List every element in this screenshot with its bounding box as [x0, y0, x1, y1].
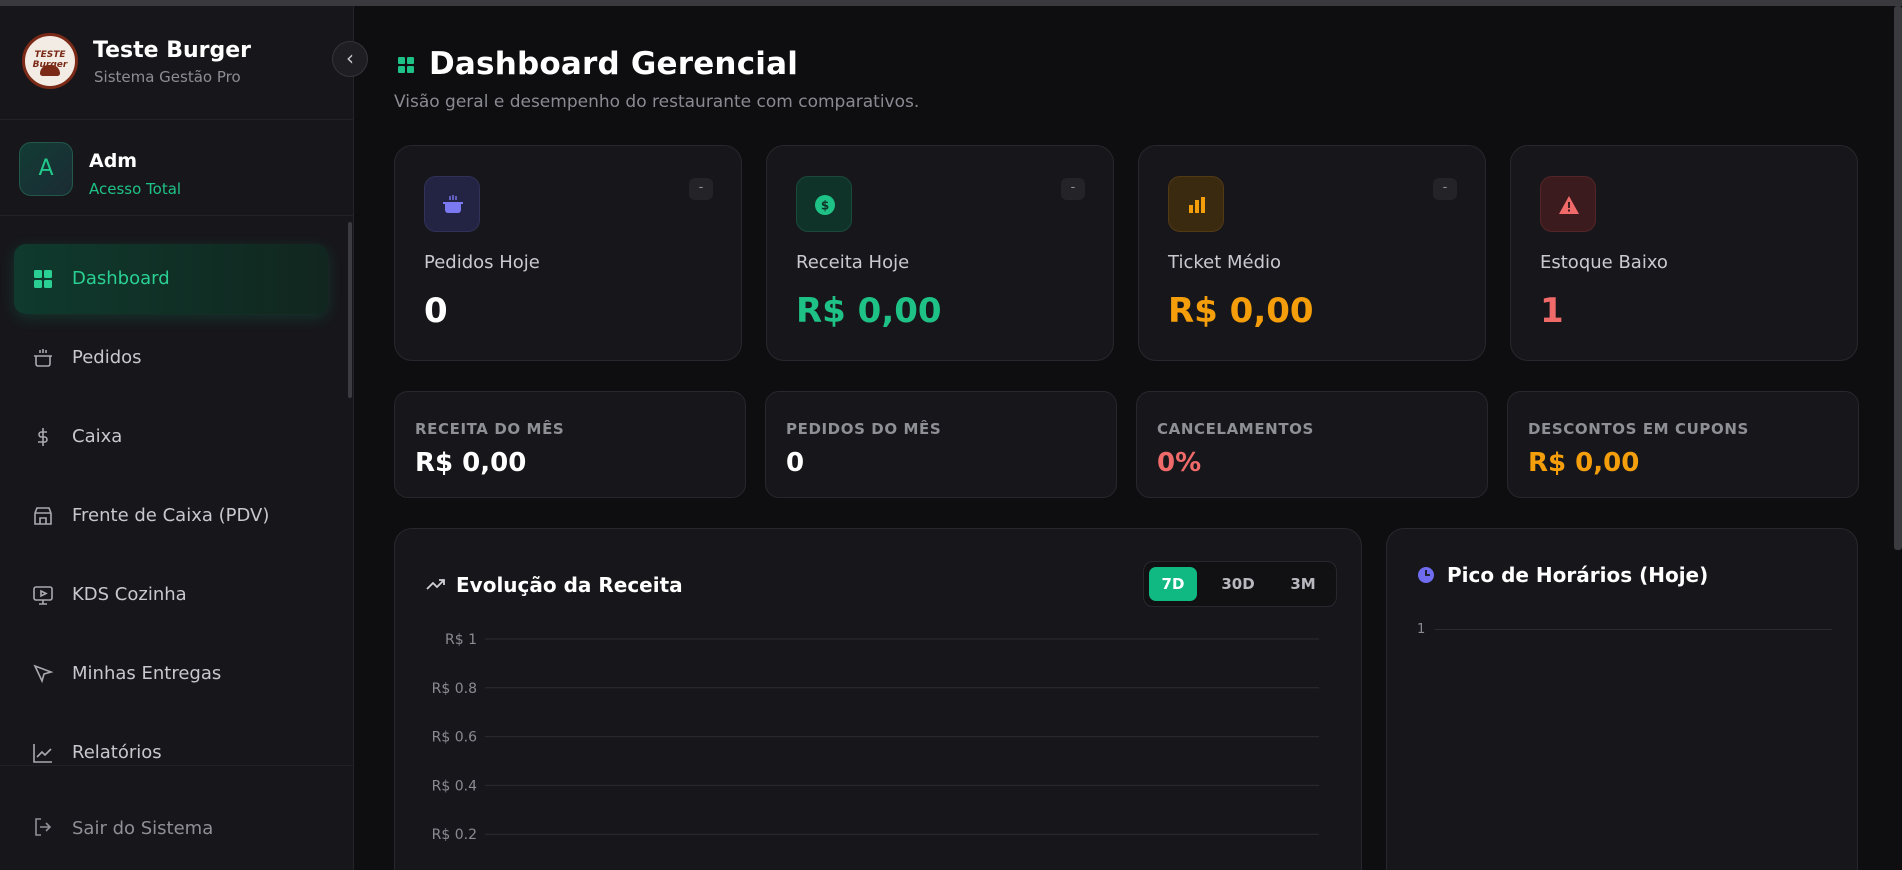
kpi-card-ticket-medio: - Ticket Médio R$ 0,00 [1138, 145, 1486, 361]
sidebar-item-label: Caixa [72, 426, 123, 447]
sidebar-item-label: Pedidos [72, 347, 142, 368]
pot-icon [34, 349, 52, 367]
kpi-label: Pedidos Hoje [424, 252, 540, 273]
trending-up-icon [426, 579, 445, 590]
stat-value: R$ 0,00 [415, 448, 527, 478]
page-subtitle: Visão geral e desempenho do restaurante … [394, 92, 920, 112]
brand-name: Teste Burger [93, 38, 251, 63]
dollar-circle-icon: $ [815, 195, 835, 215]
range-button-3m[interactable]: 3M [1278, 567, 1328, 601]
user-name: Adm [89, 150, 138, 172]
brand-logo: TESTE Burger [22, 33, 78, 89]
sidebar-item-label: Relatórios [72, 742, 162, 763]
sidebar-item-kds[interactable]: KDS Cozinha [14, 560, 328, 630]
kpi-card-estoque-baixo: Estoque Baixo 1 [1510, 145, 1858, 361]
sidebar-scrollbar[interactable] [348, 222, 352, 398]
stat-value: R$ 0,00 [1528, 448, 1640, 478]
alert-triangle-icon [1559, 196, 1579, 214]
sidebar-item-pedidos[interactable]: Pedidos [14, 323, 328, 393]
dollar-icon [38, 428, 48, 446]
stat-card-pedidos-mes: PEDIDOS DO MÊS 0 [765, 391, 1117, 498]
brand-subtitle: Sistema Gestão Pro [94, 68, 241, 86]
sidebar-item-dashboard[interactable]: Dashboard [14, 244, 328, 314]
page-title: Dashboard Gerencial [429, 46, 799, 82]
stat-label: PEDIDOS DO MÊS [786, 420, 942, 438]
main-content: Dashboard Gerencial Visão geral e desemp… [355, 6, 1902, 870]
chart-title: Pico de Horários (Hoje) [1447, 563, 1709, 587]
kpi-icon-box: $ [796, 176, 852, 232]
logout-icon [35, 818, 52, 836]
gridline [1435, 629, 1832, 630]
kpi-value: R$ 0,00 [796, 291, 942, 331]
pot-icon [443, 195, 463, 213]
sidebar-item-label: Dashboard [72, 268, 170, 289]
grid-icon [398, 57, 414, 73]
burger-icon [40, 65, 60, 76]
kpi-label: Ticket Médio [1168, 252, 1282, 273]
stat-label: CANCELAMENTOS [1157, 420, 1314, 438]
kpi-label: Receita Hoje [796, 252, 910, 273]
y-tick-label: R$ 1 [445, 632, 477, 648]
svg-text:$: $ [821, 199, 829, 213]
logout-button[interactable]: Sair do Sistema [0, 765, 354, 870]
trend-badge: - [1061, 178, 1085, 200]
y-tick-label: R$ 0.2 [432, 827, 477, 843]
user-role: Acesso Total [89, 180, 182, 198]
navigation-icon [33, 664, 54, 684]
stat-card-descontos: DESCONTOS EM CUPONS R$ 0,00 [1507, 391, 1859, 498]
clock-icon [1418, 567, 1434, 583]
kpi-label: Estoque Baixo [1540, 252, 1668, 273]
sidebar-item-label: Frente de Caixa (PDV) [72, 505, 270, 526]
chart-title: Evolução da Receita [456, 573, 683, 597]
stat-card-receita-mes: RECEITA DO MÊS R$ 0,00 [394, 391, 746, 498]
stat-value: 0 [786, 448, 805, 478]
kpi-value: R$ 0,00 [1168, 291, 1314, 331]
stat-label: RECEITA DO MÊS [415, 420, 565, 438]
kpi-value: 1 [1540, 291, 1564, 331]
kpi-icon-box [1540, 176, 1596, 232]
bar-chart-icon [1189, 197, 1205, 213]
logout-label: Sair do Sistema [72, 818, 214, 839]
sidebar-item-entregas[interactable]: Minhas Entregas [14, 639, 328, 709]
peak-hours-card: Pico de Horários (Hoje) 1 [1386, 528, 1858, 870]
y-tick-label: R$ 0.6 [432, 730, 477, 746]
user-profile: A Adm Acesso Total [0, 120, 354, 216]
monitor-play-icon [33, 586, 53, 605]
sidebar-item-relatorios[interactable]: Relatórios [14, 718, 328, 771]
kpi-card-pedidos-hoje: - Pedidos Hoje 0 [394, 145, 742, 361]
sidebar-item-caixa[interactable]: Caixa [14, 402, 328, 472]
stat-card-cancelamentos: CANCELAMENTOS 0% [1136, 391, 1488, 498]
sidebar: TESTE Burger Teste Burger Sistema Gestão… [0, 6, 354, 870]
range-selector: 7D 30D 3M [1143, 561, 1337, 607]
avatar: A [19, 142, 73, 196]
kpi-icon-box [424, 176, 480, 232]
sidebar-nav: Dashboard Pedidos Caixa Frente de Caixa … [0, 216, 354, 771]
brand-header: TESTE Burger Teste Burger Sistema Gestão… [0, 6, 354, 120]
range-button-30d[interactable]: 30D [1210, 567, 1266, 601]
range-button-7d[interactable]: 7D [1149, 567, 1197, 601]
kpi-icon-box [1168, 176, 1224, 232]
kpi-card-receita-hoje: $ - Receita Hoje R$ 0,00 [766, 145, 1114, 361]
revenue-line-chart: R$ 1R$ 0.8R$ 0.6R$ 0.4R$ 0.2R$ 0 [432, 632, 1319, 843]
trend-badge: - [1433, 178, 1457, 200]
chevron-left-icon: ‹ [346, 46, 354, 70]
store-icon [34, 507, 52, 525]
y-tick-label: 1 [1417, 622, 1426, 637]
grid-icon [34, 270, 52, 288]
collapse-sidebar-button[interactable]: ‹ [332, 41, 368, 77]
kpi-value: 0 [424, 291, 448, 331]
stat-label: DESCONTOS EM CUPONS [1528, 420, 1749, 438]
revenue-chart-card: Evolução da Receita 7D 30D 3M R$ 1 R$ 0.8… [394, 528, 1362, 870]
y-tick-label: R$ 0.4 [432, 778, 477, 794]
page-scrollbar[interactable] [1894, 6, 1902, 550]
sidebar-item-pdv[interactable]: Frente de Caixa (PDV) [14, 481, 328, 551]
line-chart-icon [33, 744, 52, 763]
sidebar-item-label: KDS Cozinha [72, 584, 187, 605]
sidebar-item-label: Minhas Entregas [72, 663, 222, 684]
y-tick-label: R$ 0.8 [432, 681, 477, 697]
trend-badge: - [689, 178, 713, 200]
stat-value: 0% [1157, 448, 1202, 478]
